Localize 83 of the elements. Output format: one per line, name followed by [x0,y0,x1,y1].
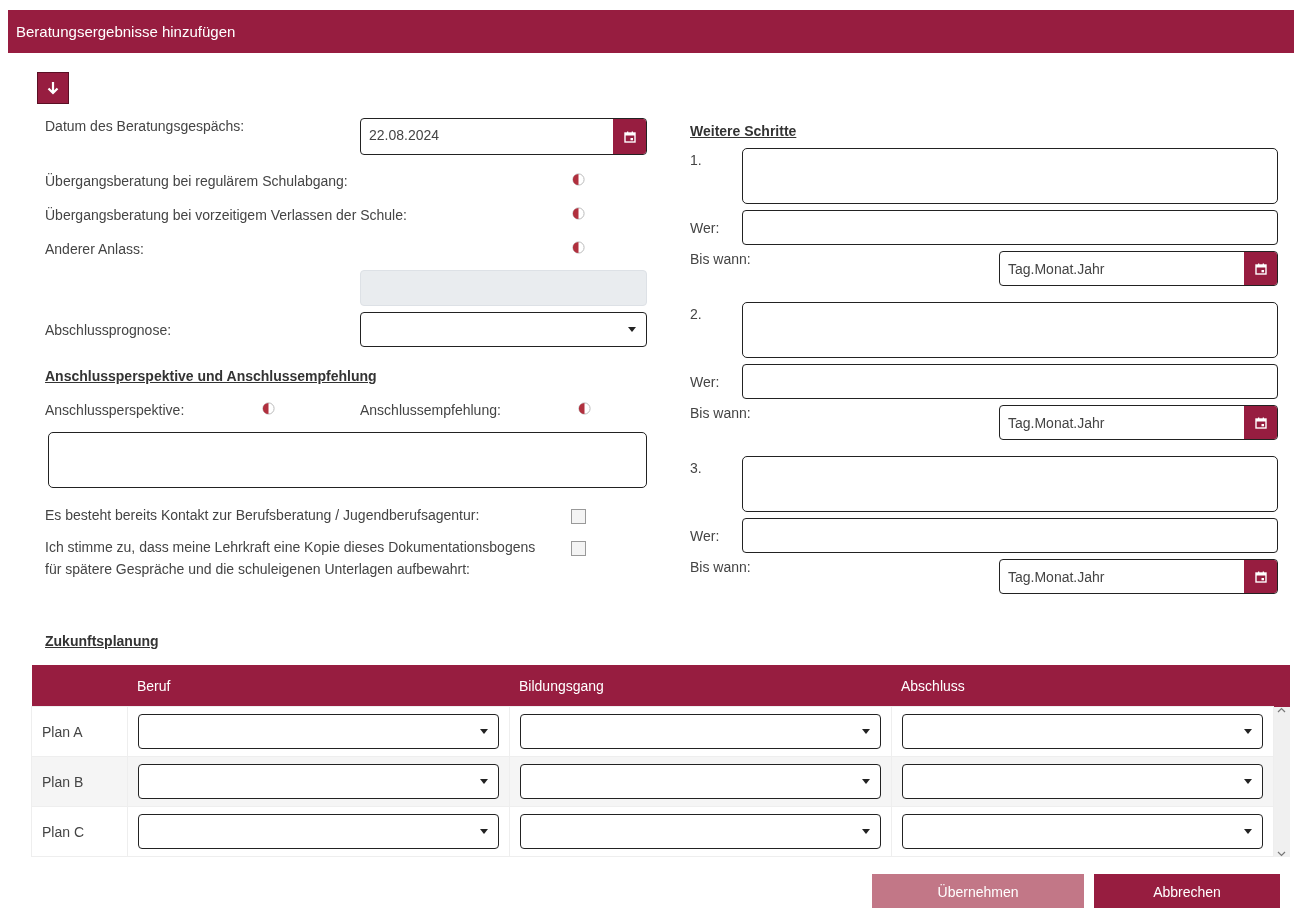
section-heading: Weitere Schritte [690,122,798,140]
row-label: Plan A [31,706,127,757]
text-field[interactable] [742,210,1278,245]
caret-icon [628,327,636,332]
calendar-button[interactable] [1244,252,1277,285]
text-field[interactable] [742,518,1278,553]
step-number: 2. [690,305,703,324]
text-area[interactable] [742,148,1278,204]
scroll-down-icon[interactable] [1277,850,1287,857]
text-area[interactable] [48,432,647,488]
row-label: Plan C [31,806,127,857]
field-label: Abschlussprognose: [45,321,173,338]
caret-icon [1243,729,1252,734]
dropdown[interactable] [901,714,1263,749]
dropdown[interactable] [519,814,881,849]
field-label: Übergangsberatung bei regulärem Schulabgang: [45,173,349,189]
calendar-icon [623,130,636,143]
dropdown[interactable] [901,814,1263,849]
dropdown[interactable] [519,764,881,799]
field-label: Bis wann: [690,251,752,269]
step-number: 3. [690,459,703,478]
field-label: Bis wann: [690,405,752,423]
dropdown[interactable] [901,764,1263,799]
caret-icon [479,729,488,734]
caret-icon [861,829,870,834]
field-label: Wer: [690,219,721,236]
dropdown[interactable] [137,714,499,749]
text-area[interactable] [742,302,1278,358]
caret-icon [479,779,488,784]
dropdown[interactable] [519,714,881,749]
caret-icon [861,729,870,734]
caret-icon [1243,779,1252,784]
row-label: Plan B [31,756,127,807]
cancel-button[interactable]: Abbrechen [1094,874,1280,908]
calendar-button[interactable] [1244,406,1277,439]
field-label: Wer: [690,527,721,544]
caret-icon [1243,829,1252,834]
column-header: Abschluss [891,665,1273,707]
field-label: Anschlussempfehlung: [360,402,502,418]
date-value: 22.08.2024 [368,126,441,145]
half-circle-icon[interactable] [572,173,585,186]
dropdown[interactable] [360,312,647,347]
field-label: Übergangsberatung bei vorzeitigem Verlassen der Schule: [45,207,408,223]
date-field[interactable]: Tag.Monat.Jahr [999,251,1278,286]
scroll-up-icon[interactable] [1277,706,1287,713]
field-label: Anschlussperspektive: [45,402,186,418]
consent-label: Ich stimme zu, dass meine Lehrkraft eine Kopie dieses Dokumentationsbogens für spätere Gespräche und die schuleigenen Unterlagen aufbewahrt: [45,538,537,579]
date-placeholder: Tag.Monat.Jahr [1007,414,1106,433]
half-circle-icon[interactable] [578,402,591,415]
field-label: Anderer Anlass: [45,241,145,257]
arrow-down-icon [46,81,60,95]
dropdown[interactable] [137,814,499,849]
calendar-button[interactable] [1244,560,1277,593]
text-field[interactable] [742,364,1278,399]
half-circle-icon[interactable] [572,207,585,220]
column-header: Bildungsgang [509,665,891,707]
field-label: Bis wann: [690,559,752,577]
half-circle-icon[interactable] [262,402,275,415]
text-area[interactable] [742,456,1278,512]
step-number: 1. [690,151,703,170]
date-field[interactable]: 22.08.2024 [360,118,647,155]
field-label: Datum des Beratungsgespächs: [45,118,246,134]
caret-icon [861,779,870,784]
calendar-button[interactable] [613,119,646,154]
calendar-icon [1254,262,1267,275]
date-field[interactable]: Tag.Monat.Jahr [999,405,1278,440]
dropdown[interactable] [137,764,499,799]
section-heading: Zukunftsplanung [45,632,160,650]
caret-icon [479,829,488,834]
date-field[interactable]: Tag.Monat.Jahr [999,559,1278,594]
calendar-icon [1254,570,1267,583]
section-heading: Anschlussperspektive und Anschlussempfehlung [45,367,378,385]
checkbox[interactable] [571,509,586,524]
checkbox[interactable] [571,541,586,556]
consent-label: Es besteht bereits Kontakt zur Berufsberatung / Jugendberufsagentur: [45,506,481,525]
date-placeholder: Tag.Monat.Jahr [1007,568,1106,587]
field-label: Wer: [690,373,721,390]
window-title: Beratungsergebnisse hinzufügen [16,23,236,40]
collapse-button[interactable] [37,72,69,104]
calendar-icon [1254,416,1267,429]
column-header: Beruf [127,665,509,707]
date-placeholder: Tag.Monat.Jahr [1007,260,1106,279]
half-circle-icon[interactable] [572,241,585,254]
